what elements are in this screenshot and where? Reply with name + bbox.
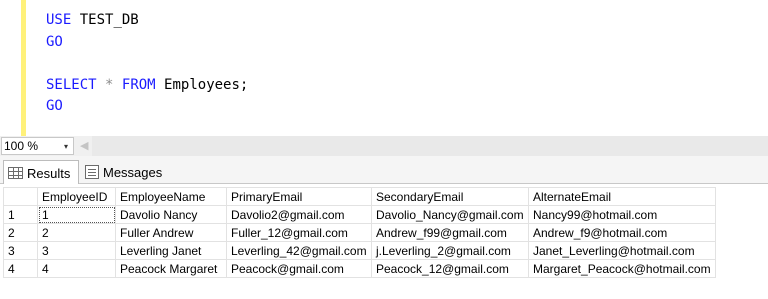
table-cell[interactable]: Davolio Nancy <box>115 205 227 224</box>
tab-messages-label: Messages <box>103 164 163 180</box>
table-cell[interactable]: Nancy99@hotmail.com <box>528 205 716 224</box>
change-indicator <box>21 0 26 136</box>
table-cell[interactable]: Peacock@gmail.com <box>226 259 372 278</box>
row-number-header[interactable] <box>3 187 38 206</box>
tab-messages[interactable]: Messages <box>81 160 169 184</box>
row-number[interactable]: 4 <box>3 259 38 278</box>
results-pane: EmployeeID EmployeeName PrimaryEmail Sec… <box>0 184 768 299</box>
table-cell[interactable]: Janet_Leverling@hotmail.com <box>528 241 716 260</box>
results-tabs: Results Messages <box>0 156 768 185</box>
keyword-from: FROM <box>121 76 156 93</box>
horizontal-scrollbar[interactable] <box>92 136 768 156</box>
table-cell[interactable]: Peacock Margaret <box>115 259 227 278</box>
column-header-employeename[interactable]: EmployeeName <box>115 187 227 206</box>
tab-results[interactable]: Results <box>3 160 79 185</box>
table-row: 1 1 Davolio Nancy Davolio2@gmail.com Dav… <box>3 205 716 224</box>
header-row: EmployeeID EmployeeName PrimaryEmail Sec… <box>3 187 716 206</box>
column-header-primaryemail[interactable]: PrimaryEmail <box>226 187 372 206</box>
code-line-5: GO <box>46 96 248 118</box>
code-line-2: GO <box>46 32 248 54</box>
code-line-4: SELECT * FROM Employees; <box>46 75 248 97</box>
code-line-1: USE TEST_DB <box>46 10 248 32</box>
table-cell[interactable]: Andrew_f9@hotmail.com <box>528 223 716 242</box>
table-cell[interactable]: 3 <box>37 241 116 260</box>
table-cell[interactable]: 4 <box>37 259 116 278</box>
code-text[interactable]: USE TEST_DB GO SELECT * FROM Employees; … <box>46 10 248 118</box>
table-cell[interactable]: 1 <box>37 205 116 224</box>
table-cell[interactable]: Davolio2@gmail.com <box>226 205 372 224</box>
table-cell[interactable]: j.Leverling_2@gmail.com <box>371 241 529 260</box>
column-header-employeeid[interactable]: EmployeeID <box>37 187 116 206</box>
chevron-down-icon[interactable]: ▾ <box>59 142 73 151</box>
column-header-secondaryemail[interactable]: SecondaryEmail <box>371 187 529 206</box>
table-cell[interactable]: Fuller_12@gmail.com <box>226 223 372 242</box>
table-name: Employees; <box>164 76 249 93</box>
row-number[interactable]: 2 <box>3 223 38 242</box>
table-row: 4 4 Peacock Margaret Peacock@gmail.com P… <box>3 259 716 278</box>
tab-results-label: Results <box>27 165 71 181</box>
zoom-value: 100 % <box>4 139 39 153</box>
query-editor[interactable]: USE TEST_DB GO SELECT * FROM Employees; … <box>0 0 768 136</box>
messages-icon <box>85 165 99 179</box>
table-cell[interactable]: 2 <box>37 223 116 242</box>
operator-star: * <box>105 76 114 93</box>
zoom-bar: 100 % ▾ ◀ <box>0 136 768 156</box>
table-cell[interactable]: Leverling_42@gmail.com <box>226 241 372 260</box>
table-row: 2 2 Fuller Andrew Fuller_12@gmail.com An… <box>3 223 716 242</box>
table-cell[interactable]: Peacock_12@gmail.com <box>371 259 529 278</box>
zoom-select[interactable]: 100 % ▾ <box>1 137 74 155</box>
table-cell[interactable]: Margaret_Peacock@hotmail.com <box>528 259 716 278</box>
scroll-left-icon[interactable]: ◀ <box>80 139 88 152</box>
table-cell[interactable]: Fuller Andrew <box>115 223 227 242</box>
table-cell[interactable]: Davolio_Nancy@gmail.com <box>371 205 529 224</box>
row-number[interactable]: 3 <box>3 241 38 260</box>
table-row: 3 3 Leverling Janet Leverling_42@gmail.c… <box>3 241 716 260</box>
keyword-use: USE <box>46 12 72 28</box>
table-cell[interactable]: Andrew_f99@gmail.com <box>371 223 529 242</box>
keyword-go: GO <box>46 98 63 114</box>
row-number[interactable]: 1 <box>3 205 38 224</box>
keyword-select: SELECT <box>46 76 97 93</box>
table-cell[interactable]: Leverling Janet <box>115 241 227 260</box>
database-name: TEST_DB <box>71 12 139 28</box>
results-grid[interactable]: EmployeeID EmployeeName PrimaryEmail Sec… <box>3 187 716 278</box>
column-header-alternateemail[interactable]: AlternateEmail <box>528 187 716 206</box>
grid-icon <box>8 167 23 179</box>
keyword-go: GO <box>46 33 63 50</box>
